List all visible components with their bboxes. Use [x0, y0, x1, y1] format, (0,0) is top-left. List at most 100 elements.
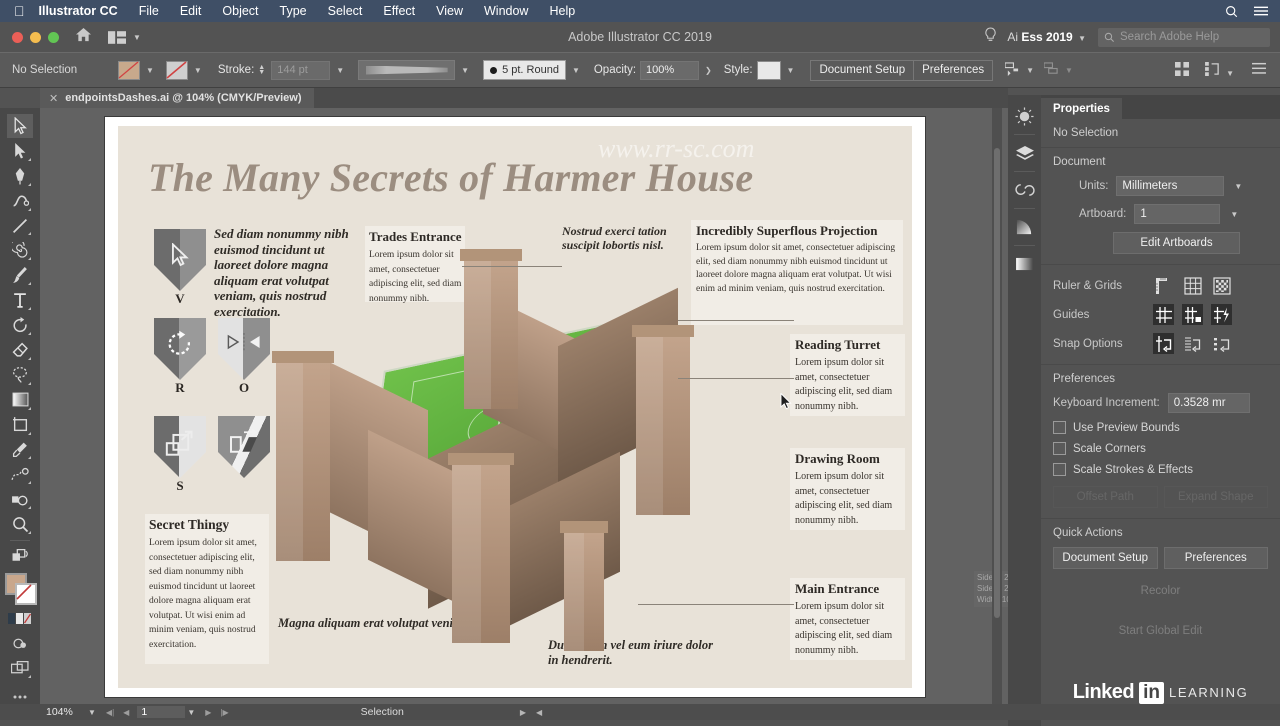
scale-corners-checkbox[interactable]: [1053, 442, 1066, 455]
chevron-down-icon[interactable]: ▼: [1076, 34, 1088, 43]
fill-swatch[interactable]: [118, 60, 140, 80]
menu-item-file[interactable]: File: [139, 4, 159, 18]
menu-item-type[interactable]: Type: [280, 4, 307, 18]
draw-mode-icon[interactable]: [7, 631, 33, 655]
menu-item-view[interactable]: View: [436, 4, 463, 18]
lasso-tool[interactable]: [7, 363, 33, 387]
artboard-select[interactable]: 1: [1134, 204, 1221, 224]
selection-tool[interactable]: [7, 114, 33, 138]
first-artboard-button[interactable]: ◀|: [106, 708, 114, 717]
shield-badge-shear[interactable]: [218, 416, 270, 478]
quick-action-preferences[interactable]: Preferences: [1163, 547, 1268, 569]
properties-icon[interactable]: [1011, 101, 1038, 131]
maximize-window-button[interactable]: [48, 31, 59, 43]
status-menu-button[interactable]: ▶: [520, 708, 526, 717]
last-artboard-button[interactable]: |▶: [220, 708, 228, 717]
pen-tool[interactable]: [7, 164, 33, 188]
keyboard-increment-field[interactable]: 0.3528 mr: [1167, 393, 1250, 413]
use-preview-bounds-row[interactable]: Use Preview Bounds: [1053, 421, 1268, 434]
type-tool[interactable]: [7, 288, 33, 312]
canvas-area[interactable]: The Many Secrets of Harmer House V Sed d…: [40, 108, 1008, 704]
style-chevron-down-icon[interactable]: ▼: [785, 66, 797, 75]
previous-artboard-button[interactable]: ◀: [123, 708, 129, 717]
close-icon[interactable]: ✕: [49, 92, 58, 105]
show-guides-icon[interactable]: [1153, 304, 1174, 325]
width-profile-field[interactable]: [358, 60, 456, 80]
swap-fill-stroke-icon[interactable]: [7, 544, 33, 568]
lock-guides-icon[interactable]: [1182, 304, 1203, 325]
stroke-swatch[interactable]: [165, 60, 188, 80]
line-segment-tool[interactable]: [7, 214, 33, 238]
stroke-chevron-down-icon[interactable]: ▼: [192, 66, 204, 75]
width-profile-chevron-down-icon[interactable]: ▼: [459, 66, 471, 75]
search-icon[interactable]: [1225, 5, 1238, 18]
arrange-documents-dropdown[interactable]: ▼: [1204, 61, 1236, 79]
stroke-weight-chevron-down-icon[interactable]: ▼: [334, 66, 346, 75]
window-controls[interactable]: [0, 31, 59, 43]
menu-item-effect[interactable]: Effect: [383, 4, 415, 18]
lightbulb-icon[interactable]: [984, 26, 997, 48]
document-tab[interactable]: ✕ endpointsDashes.ai @ 104% (CMYK/Previe…: [40, 88, 314, 108]
artboard-chevron-down-icon[interactable]: ▼: [185, 708, 197, 717]
scale-corners-row[interactable]: Scale Corners: [1053, 442, 1268, 455]
artboard-number-field[interactable]: 1: [137, 706, 186, 718]
brush-chevron-down-icon[interactable]: ▼: [570, 66, 582, 75]
layers-icon[interactable]: [1011, 138, 1038, 168]
artboard[interactable]: The Many Secrets of Harmer House V Sed d…: [105, 117, 925, 697]
blend-tool[interactable]: [7, 462, 33, 486]
snap-to-pixel-icon[interactable]: [1211, 333, 1232, 354]
eyedropper-tool[interactable]: [7, 438, 33, 462]
scale-strokes-effects-row[interactable]: Scale Strokes & Effects: [1053, 463, 1268, 476]
smart-guides-icon[interactable]: [1211, 304, 1232, 325]
units-select[interactable]: Millimeters: [1116, 176, 1225, 196]
minimize-window-button[interactable]: [30, 31, 41, 43]
stroke-weight-field[interactable]: 144 pt: [271, 60, 331, 80]
align-icon[interactable]: [1004, 61, 1020, 79]
artboard-tool[interactable]: [7, 413, 33, 437]
control-center-icon[interactable]: [1254, 5, 1268, 17]
fill-chevron-down-icon[interactable]: ▼: [144, 66, 156, 75]
chevron-down-icon[interactable]: ▼: [1224, 69, 1236, 78]
curvature-tool[interactable]: [7, 189, 33, 213]
menu-item-illustrator[interactable]: Illustrator CC: [39, 4, 118, 18]
artboards-grid-icon[interactable]: [1174, 61, 1189, 79]
paintbrush-tool[interactable]: [7, 263, 33, 287]
align-chevron-down-icon[interactable]: ▼: [1024, 66, 1036, 75]
status-resize-handle[interactable]: ◀: [536, 708, 542, 717]
show-grid-icon[interactable]: [1182, 275, 1203, 296]
shield-badge-s[interactable]: S: [154, 416, 206, 493]
use-preview-bounds-checkbox[interactable]: [1053, 421, 1066, 434]
home-icon[interactable]: [75, 27, 92, 47]
quick-action-document-setup[interactable]: Document Setup: [1053, 547, 1158, 569]
artboard-chevron-down-icon[interactable]: ▼: [1228, 210, 1240, 219]
gradient-corner-icon[interactable]: [1011, 212, 1038, 242]
opacity-field[interactable]: 100%: [640, 60, 700, 80]
show-transparency-grid-icon[interactable]: [1211, 275, 1232, 296]
fill-stroke-indicator[interactable]: [5, 572, 37, 605]
rotate-tool[interactable]: [7, 313, 33, 337]
stroke-weight-stepper[interactable]: ▲ ▼: [258, 64, 265, 76]
graphic-style-swatch[interactable]: [756, 60, 781, 80]
libraries-icon[interactable]: [1011, 175, 1038, 205]
scrollbar-thumb[interactable]: [994, 148, 1000, 618]
show-rulers-icon[interactable]: [1153, 275, 1174, 296]
units-chevron-down-icon[interactable]: ▼: [1232, 182, 1244, 191]
brush-definition-field[interactable]: 5 pt. Round: [483, 60, 566, 80]
zoom-chevron-down-icon[interactable]: ▼: [86, 708, 98, 717]
preferences-button[interactable]: Preferences: [913, 60, 992, 80]
shield-badge-o[interactable]: O: [218, 318, 270, 395]
more-options-icon[interactable]: [1252, 62, 1266, 78]
document-setup-button[interactable]: Document Setup: [811, 61, 913, 80]
arrange-documents-icon[interactable]: ▼: [108, 30, 143, 44]
screen-mode-icon[interactable]: [7, 656, 33, 680]
menu-item-edit[interactable]: Edit: [180, 4, 202, 18]
gradient-tool[interactable]: [7, 388, 33, 412]
snap-to-point-icon[interactable]: [1153, 333, 1174, 354]
menu-item-object[interactable]: Object: [222, 4, 258, 18]
menu-item-select[interactable]: Select: [328, 4, 363, 18]
apple-logo-icon[interactable]: : [14, 4, 25, 18]
gradient-icon[interactable]: [1011, 249, 1038, 279]
eraser-tool[interactable]: [7, 338, 33, 362]
shield-badge-v[interactable]: V: [154, 229, 206, 306]
zoom-tool[interactable]: [7, 512, 33, 536]
